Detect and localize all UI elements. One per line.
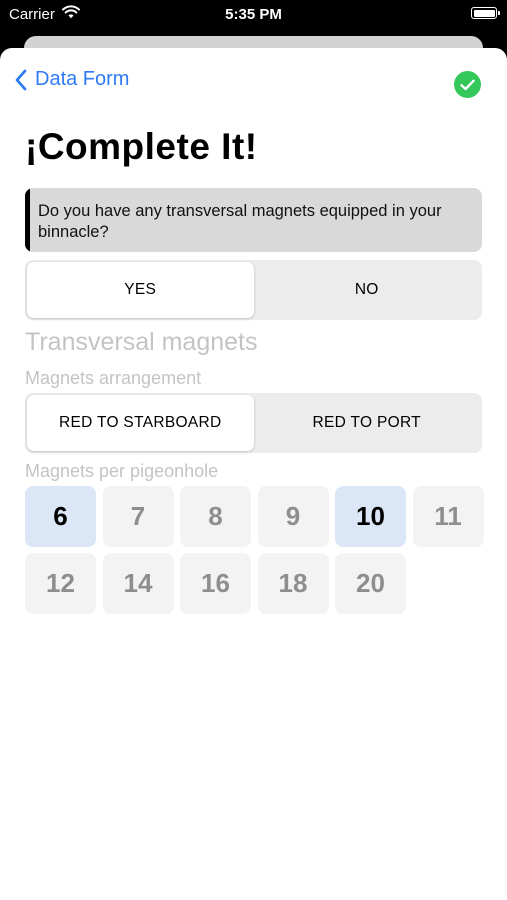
arrangement-segmented-control: RED TO STARBOARD RED TO PORT <box>25 393 482 453</box>
pigeonhole-option-11[interactable]: 11 <box>412 486 484 547</box>
form-sheet: Data Form ¡Complete It! Do you have any … <box>0 48 507 900</box>
red-to-starboard-option[interactable]: RED TO STARBOARD <box>27 395 254 451</box>
chevron-left-icon <box>15 69 27 90</box>
back-button-label: Data Form <box>35 68 130 90</box>
pigeonhole-option-16[interactable]: 16 <box>180 553 251 614</box>
yes-option[interactable]: YES <box>27 262 254 318</box>
status-time: 5:35 PM <box>225 6 282 23</box>
pigeonhole-option-6[interactable]: 6 <box>25 486 96 547</box>
pigeonhole-option-12[interactable]: 12 <box>25 553 96 614</box>
page-title: ¡Complete It! <box>25 126 258 167</box>
red-to-port-option[interactable]: RED TO PORT <box>254 395 481 451</box>
arrangement-label: Magnets arrangement <box>25 368 202 388</box>
pigeonhole-option-7[interactable]: 7 <box>102 486 174 547</box>
question-card: Do you have any transversal magnets equi… <box>25 188 482 252</box>
pigeonhole-label: Magnets per pigeonhole <box>25 461 219 481</box>
status-bar: Carrier 5:35 PM <box>0 0 507 30</box>
checkmark-icon <box>460 79 475 90</box>
question-text: Do you have any transversal magnets equi… <box>38 202 442 241</box>
yes-no-segmented-control: YES NO <box>25 260 482 320</box>
pigeonhole-option-20[interactable]: 20 <box>335 553 406 614</box>
pigeonhole-option-9[interactable]: 9 <box>257 486 329 547</box>
back-button[interactable]: Data Form <box>14 68 129 91</box>
battery-icon <box>471 7 500 19</box>
confirm-button[interactable] <box>454 71 481 98</box>
section-title: Transversal magnets <box>25 328 258 356</box>
no-option[interactable]: NO <box>254 262 481 318</box>
pigeonhole-option-14[interactable]: 14 <box>102 553 174 614</box>
pigeonhole-option-18[interactable]: 18 <box>257 553 329 614</box>
pigeonhole-option-10[interactable]: 10 <box>335 486 406 547</box>
pigeonhole-option-8[interactable]: 8 <box>180 486 251 547</box>
